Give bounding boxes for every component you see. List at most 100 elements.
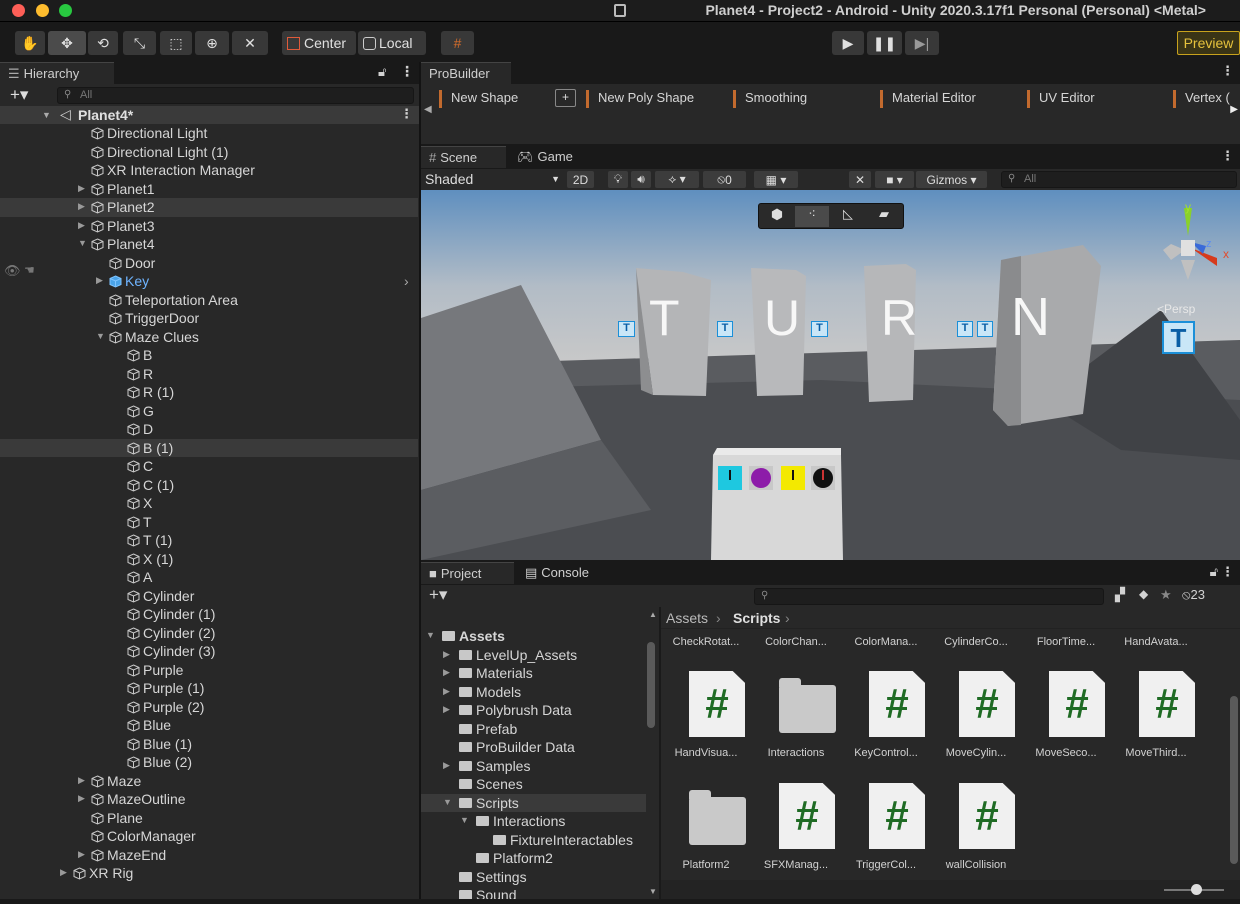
asset-label[interactable]: SFXManag... — [751, 859, 841, 871]
grid-toggle-icon[interactable]: ▦ ▾ — [754, 171, 798, 188]
kebab-menu-icon[interactable]: ⋮ — [1221, 148, 1234, 164]
text-gizmo-icon[interactable]: T — [957, 321, 973, 337]
hierarchy-item[interactable]: Purple — [0, 661, 418, 680]
prefab-open-chevron-icon[interactable]: › — [404, 273, 409, 289]
project-tree-item[interactable]: ▶ LevelUp_Assets — [421, 646, 646, 665]
project-tree-item[interactable]: ▼ Assets — [421, 627, 646, 646]
project-tree-item[interactable]: FixtureInteractables — [421, 831, 646, 850]
collapse-arrow-icon[interactable]: ▶ — [60, 867, 67, 878]
asset-label[interactable]: ColorChan... — [751, 636, 841, 648]
hierarchy-item[interactable]: Directional Light — [0, 124, 418, 143]
asset-label[interactable]: ColorMana... — [841, 636, 931, 648]
asset-label[interactable]: MoveThird... — [1111, 747, 1201, 759]
hierarchy-item[interactable]: T — [0, 513, 418, 532]
vertex-mode-icon[interactable]: ⁖ — [795, 206, 829, 227]
hierarchy-item[interactable]: Teleportation Area — [0, 291, 418, 310]
asset-label[interactable]: HandVisua... — [661, 747, 751, 759]
transform-tool-icon[interactable]: ⊕ — [195, 31, 229, 55]
collapse-arrow-icon[interactable]: ▶ — [443, 686, 450, 697]
create-plus-icon[interactable]: +▾ — [429, 585, 447, 605]
hierarchy-item[interactable]: R (1) — [0, 383, 418, 402]
lighting-toggle-icon[interactable]: 💡︎ — [608, 171, 628, 188]
face-mode-icon[interactable]: ▰ — [867, 206, 901, 227]
hierarchy-item[interactable]: B (1) — [0, 438, 418, 457]
pivot-local-button[interactable]: Local — [358, 31, 426, 55]
smoothing-button[interactable]: Smoothing — [733, 90, 807, 108]
collapse-arrow-icon[interactable]: ▶ — [96, 275, 103, 286]
asset-label[interactable]: Platform2 — [661, 859, 751, 871]
hierarchy-item[interactable]: D — [0, 420, 418, 439]
expand-arrow-icon[interactable]: ▼ — [78, 238, 87, 248]
gizmos-dropdown[interactable]: Gizmos ▾ — [916, 171, 987, 188]
scene-viewport[interactable]: T U R N T T T T T T ⬢ ⁖ ◺ ▰ y z x <Persp — [421, 190, 1240, 560]
purple-button[interactable] — [751, 468, 771, 488]
new-poly-shape-button[interactable]: New Poly Shape — [586, 90, 694, 108]
asset-label[interactable]: Interactions — [751, 747, 841, 759]
scene-search-input[interactable]: ⚲ All — [1001, 171, 1237, 188]
expand-arrow-icon[interactable]: ▼ — [42, 110, 51, 120]
collapse-arrow-icon[interactable]: ▶ — [78, 775, 85, 786]
asset-label[interactable]: MoveCylin... — [931, 747, 1021, 759]
collapse-arrow-icon[interactable]: ▶ — [78, 220, 85, 231]
collapse-arrow-icon[interactable]: ▶ — [78, 849, 85, 860]
hierarchy-item[interactable]: Blue (2) — [0, 753, 418, 772]
tab-project[interactable]: ■ Project — [421, 562, 514, 584]
asset-label[interactable]: MoveSeco... — [1021, 747, 1111, 759]
scroll-down-icon[interactable]: ▼ — [649, 887, 657, 896]
custom-tool-icon[interactable]: ✕ — [232, 31, 268, 55]
asset-label[interactable]: CheckRotat... — [661, 636, 751, 648]
project-tree-item[interactable]: ProBuilder Data — [421, 738, 646, 757]
expand-arrow-icon[interactable]: ▼ — [443, 797, 452, 807]
kebab-menu-icon[interactable]: ⋮ — [400, 63, 414, 80]
hierarchy-item[interactable]: ▶ Planet2 — [0, 198, 418, 217]
tree-scrollbar[interactable] — [647, 642, 655, 728]
project-search-input[interactable]: ⚲ — [754, 588, 1104, 605]
breadcrumb-assets[interactable]: Assets — [666, 610, 708, 626]
hierarchy-item[interactable]: Cylinder (3) — [0, 642, 418, 661]
hierarchy-item[interactable]: ▶ Maze — [0, 772, 418, 791]
hand-tool-icon[interactable]: ✋ — [15, 31, 45, 55]
new-shape-button[interactable]: New Shape — [439, 90, 518, 108]
perspective-label[interactable]: <Persp — [1157, 302, 1195, 316]
scene-root-row[interactable]: ▼ ◁ Planet4* ⋮ — [0, 106, 419, 124]
hierarchy-item[interactable]: TriggerDoor — [0, 309, 418, 328]
project-tree-item[interactable]: ▶ Materials — [421, 664, 646, 683]
hierarchy-item[interactable]: R — [0, 365, 418, 384]
hierarchy-item[interactable]: C — [0, 457, 418, 476]
kebab-menu-icon[interactable]: ⋮ — [1221, 564, 1234, 580]
scroll-up-icon[interactable]: ▲ — [649, 610, 657, 619]
asset-label[interactable]: wallCollision — [931, 859, 1021, 871]
hierarchy-item[interactable]: Purple (1) — [0, 679, 418, 698]
uv-editor-button[interactable]: UV Editor — [1027, 90, 1095, 108]
text-gizmo-icon[interactable]: T — [618, 321, 635, 337]
camera-dropdown-icon[interactable]: ■ ▾ — [875, 171, 914, 188]
csharp-script-icon[interactable]: # — [1049, 671, 1105, 737]
filter-type-icon[interactable]: ▞ — [1115, 587, 1125, 603]
hierarchy-item[interactable]: B — [0, 346, 418, 365]
folder-icon[interactable] — [779, 678, 836, 733]
hierarchy-item[interactable]: Purple (2) — [0, 698, 418, 717]
hierarchy-item[interactable]: ▼ Planet4 — [0, 235, 418, 254]
lock-icon[interactable]: 🔓︎ — [1210, 564, 1218, 580]
csharp-script-icon[interactable]: # — [689, 671, 745, 737]
collapse-arrow-icon[interactable]: ▶ — [78, 201, 85, 212]
minimize-window-button[interactable] — [36, 4, 49, 17]
collapse-arrow-icon[interactable]: ▶ — [443, 704, 450, 715]
hierarchy-item[interactable]: Directional Light (1) — [0, 143, 418, 162]
hierarchy-item[interactable]: X (1) — [0, 550, 418, 569]
hierarchy-item[interactable]: X — [0, 494, 418, 513]
hierarchy-item[interactable]: ▶ MazeOutline — [0, 790, 418, 809]
tab-probuilder[interactable]: ProBuilder — [421, 62, 511, 84]
hierarchy-item[interactable]: T (1) — [0, 531, 418, 550]
tab-scene[interactable]: # Scene — [421, 146, 506, 168]
hierarchy-item[interactable]: ▼ Maze Clues — [0, 328, 418, 347]
grid-snapping-icon[interactable]: # — [441, 31, 474, 55]
tools-icon[interactable]: ✕ — [849, 171, 871, 188]
lock-icon[interactable]: 🔓︎ — [378, 64, 386, 80]
asset-label[interactable]: FloorTime... — [1021, 636, 1111, 648]
hierarchy-item[interactable]: ▶ XR Rig — [0, 864, 418, 883]
hierarchy-search-input[interactable]: ⚲ All — [57, 87, 414, 104]
hierarchy-item[interactable]: Blue (1) — [0, 735, 418, 754]
text-gizmo-icon[interactable]: T — [977, 321, 993, 337]
folder-icon[interactable] — [689, 790, 746, 845]
